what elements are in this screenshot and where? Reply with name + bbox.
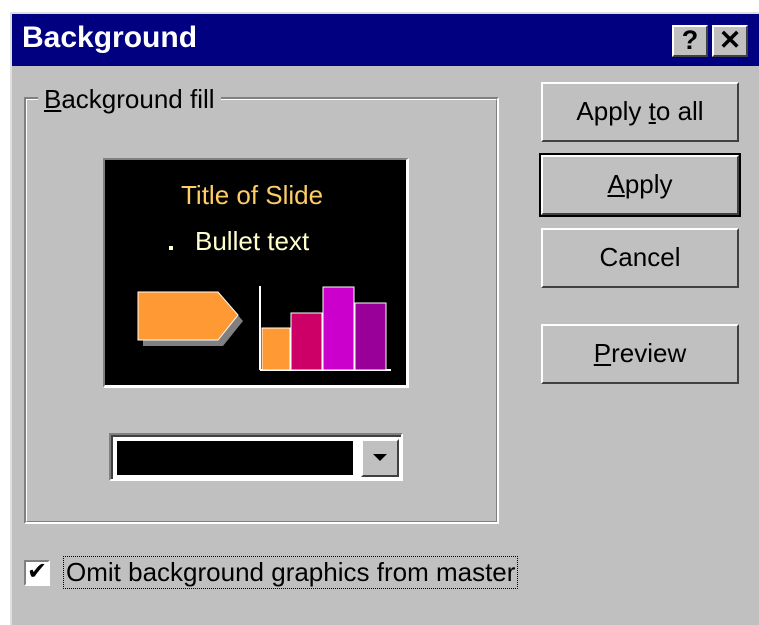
preview-arrow-shape — [137, 291, 243, 346]
close-button[interactable]: ✕ — [712, 25, 748, 57]
preview-bar — [354, 302, 387, 371]
slide-preview: Title of Slide Bullet text — [103, 158, 409, 388]
fill-color-dropdown[interactable] — [109, 433, 403, 481]
dropdown-button[interactable] — [361, 439, 399, 477]
help-button[interactable]: ? — [672, 25, 708, 57]
preview-bar — [322, 286, 355, 371]
preview-bar — [290, 312, 323, 371]
close-icon: ✕ — [718, 25, 742, 55]
chevron-down-icon — [373, 454, 387, 461]
preview-button[interactable]: Preview — [541, 324, 739, 384]
apply-to-all-button[interactable]: Apply to all — [541, 82, 739, 142]
checkmark-icon: ✔ — [26, 558, 48, 585]
omit-graphics-checkbox[interactable]: ✔ — [24, 560, 50, 586]
preview-bar — [261, 327, 291, 371]
help-icon: ? — [681, 25, 699, 55]
apply-button[interactable]: Apply — [539, 153, 741, 217]
omit-graphics-label[interactable]: Omit background graphics from master — [62, 556, 519, 589]
preview-bar-chart — [259, 286, 391, 371]
background-fill-label: Background fill — [38, 84, 221, 115]
fill-color-swatch[interactable] — [117, 441, 353, 475]
preview-graphics — [137, 286, 391, 371]
dialog-title: Background — [22, 21, 198, 54]
title-bar[interactable]: Background ? ✕ — [12, 14, 759, 66]
cancel-button[interactable]: Cancel — [541, 228, 739, 288]
